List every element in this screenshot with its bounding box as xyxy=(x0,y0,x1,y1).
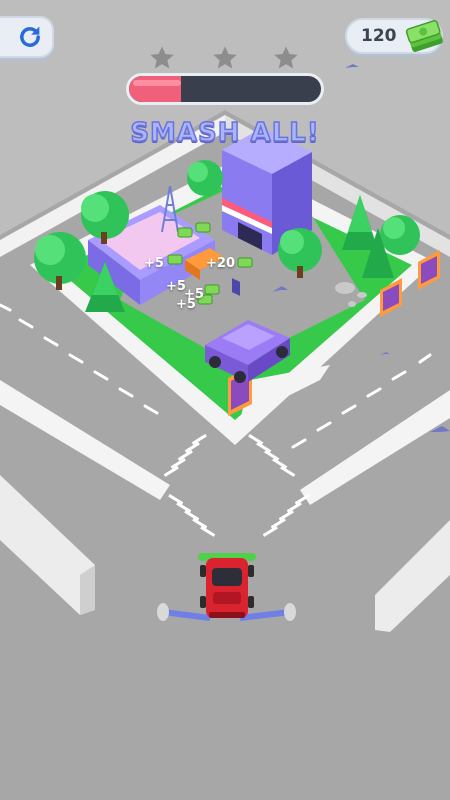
player-car[interactable] xyxy=(198,553,256,618)
star-icon xyxy=(274,46,298,69)
game-screen[interactable]: 120 SMASH ALL! +5 +20 +5 +5 +5 xyxy=(0,0,450,800)
progress-fill xyxy=(129,76,181,102)
objective-text: SMASH ALL! xyxy=(130,117,320,149)
restart-icon xyxy=(20,26,40,47)
money-counter: 120 xyxy=(345,18,443,54)
money-amount: 120 xyxy=(361,26,397,46)
star-icon xyxy=(213,46,237,69)
reward-popup: +5 xyxy=(166,279,186,294)
star-icon xyxy=(150,46,174,69)
reward-popup: +5 xyxy=(176,297,196,312)
reward-popup: +20 xyxy=(206,256,235,271)
restart-button[interactable] xyxy=(0,16,54,58)
cash-stack-icon xyxy=(405,20,443,52)
star-rating xyxy=(140,44,310,76)
destruction-progress-bar xyxy=(126,73,324,105)
reward-popup: +5 xyxy=(144,256,164,271)
